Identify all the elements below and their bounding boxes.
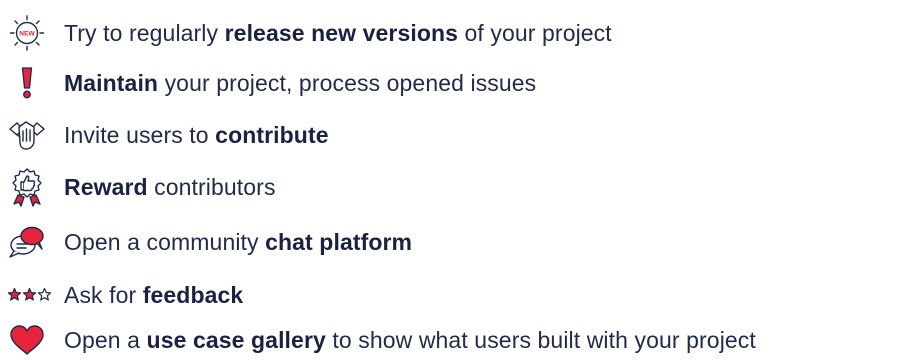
list-item: Open a community chat platform: [0, 222, 919, 262]
new-badge-label: NEW: [19, 31, 35, 38]
chat-bubbles-icon: [0, 222, 54, 262]
list-item: Ask for feedback: [0, 275, 919, 315]
handshake-icon: [0, 115, 54, 155]
list-item: NEW Try to regularly release new version…: [0, 13, 919, 53]
tip-text: Ask for feedback: [64, 282, 244, 308]
three-stars-icon: [0, 275, 60, 315]
tip-text: Try to regularly release new versions of…: [64, 20, 612, 46]
new-badge-icon: NEW: [0, 13, 54, 53]
tips-list: NEW Try to regularly release new version…: [0, 0, 919, 360]
exclamation-icon: [0, 63, 54, 103]
heart-icon: [0, 320, 54, 360]
list-item: Open a use case gallery to show what use…: [0, 320, 919, 360]
tip-text: Open a use case gallery to show what use…: [64, 327, 756, 353]
list-item: Invite users to contribute: [0, 115, 919, 155]
thumbs-up-award-icon: [0, 167, 54, 207]
list-item: Reward contributors: [0, 167, 919, 207]
tip-text: Open a community chat platform: [64, 229, 413, 255]
tip-text: Maintain your project, process opened is…: [64, 70, 537, 96]
list-item: Maintain your project, process opened is…: [0, 63, 919, 103]
tip-text: Invite users to contribute: [64, 122, 329, 148]
tip-text: Reward contributors: [64, 174, 276, 200]
